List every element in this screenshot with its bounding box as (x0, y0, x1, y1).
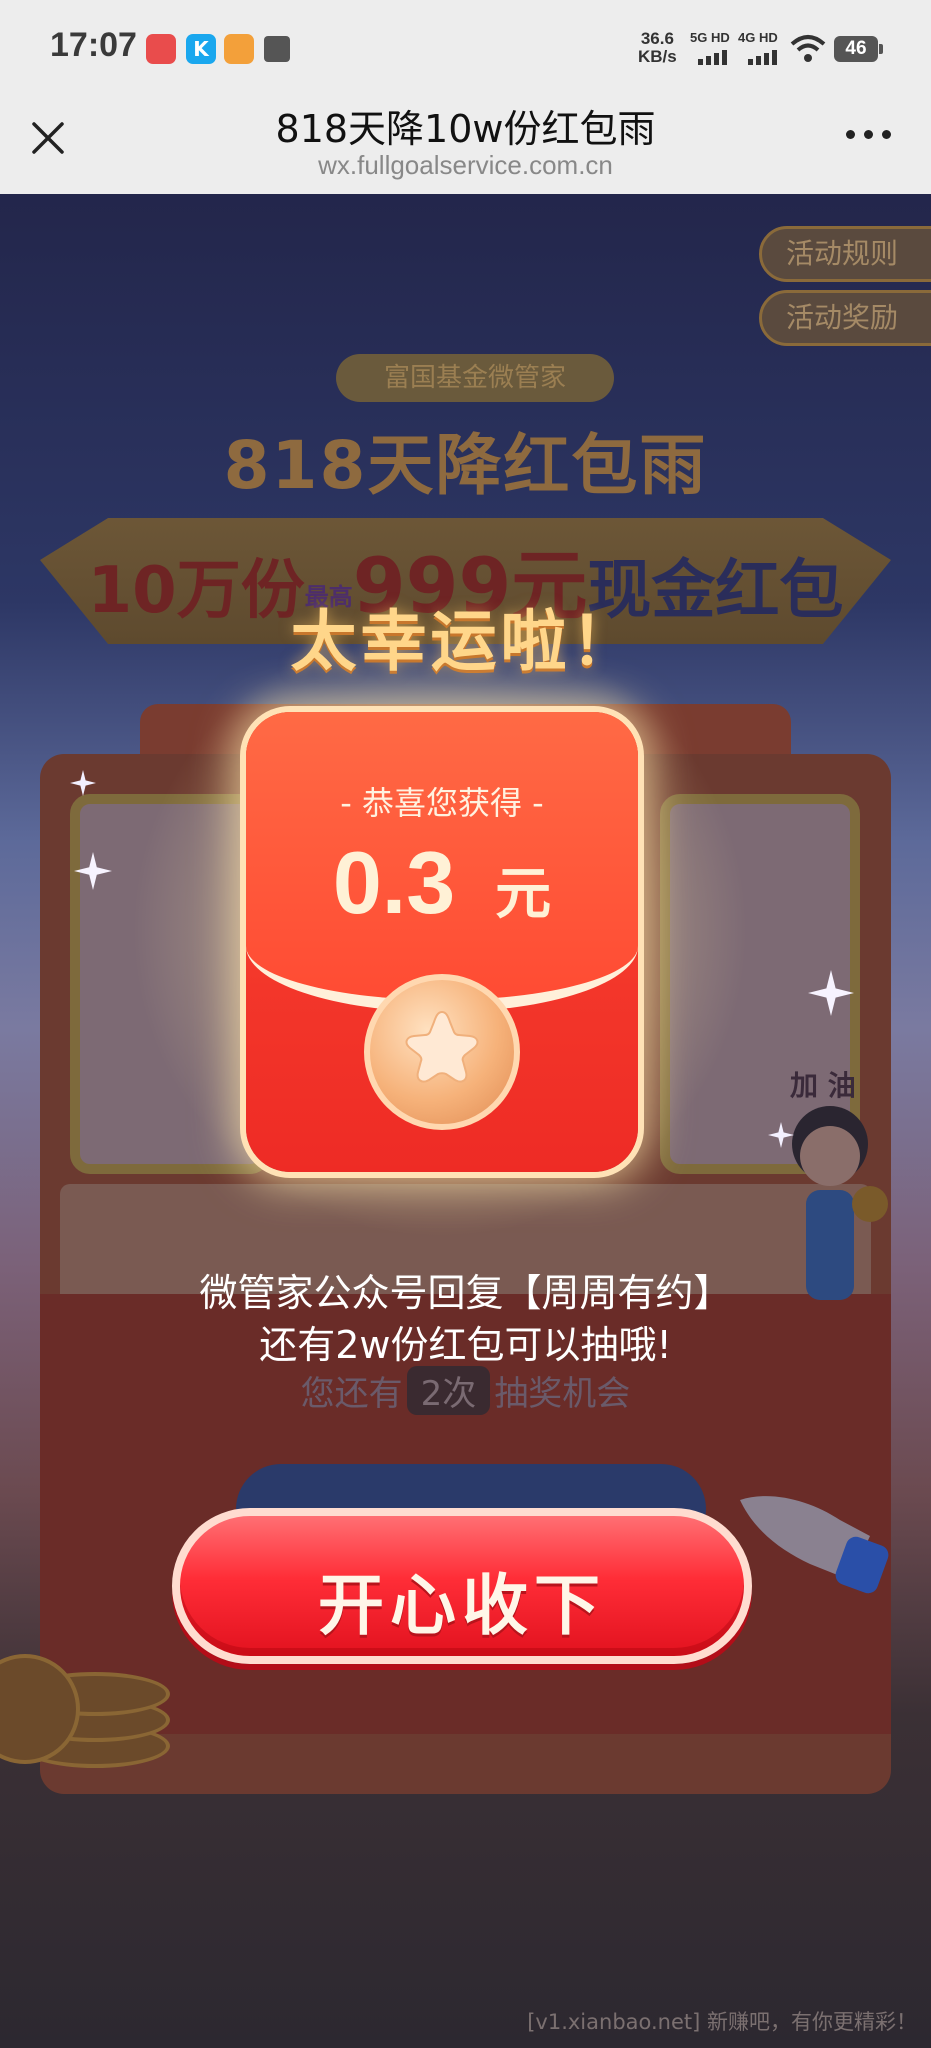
browser-title-bar: 818天降10w份红包雨 wx.fullgoalservice.com.cn (0, 90, 931, 194)
remaining-chances: 您还有 2次 抽奖机会 (0, 1366, 931, 1415)
signal-icon (698, 50, 727, 65)
campaign-headline: 818天降红包雨 (223, 427, 708, 504)
network-type-4g: 4G HD (738, 30, 778, 45)
prize-amount-value: 0.3 (332, 833, 456, 932)
page-url: wx.fullgoalservice.com.cn (318, 150, 613, 180)
network-speed: 36.6 KB/s (638, 30, 677, 66)
signal-icon (748, 50, 777, 65)
remaining-envelopes-hint: 还有2w份红包可以抽哦! (259, 1323, 672, 1367)
red-envelope: - 恭喜您获得 - 0.3 元 (246, 712, 638, 1172)
congrats-text: - 恭喜您获得 - (340, 784, 544, 822)
pointing-hand-icon (740, 1496, 889, 1594)
page-title: 818天降10w份红包雨 (275, 107, 656, 151)
lucky-title: 太幸运啦！ (290, 603, 641, 680)
notification-app-icon (224, 34, 254, 64)
prize-amount-unit: 元 (495, 862, 552, 927)
network-speed-value: 36.6 (640, 29, 674, 48)
accept-prize-label: 开心收下 (318, 1567, 606, 1644)
status-bar: 17:07 K 36.6 KB/s 5G HD 4G HD 46 (0, 0, 931, 90)
network-speed-unit: KB/s (638, 47, 677, 66)
envelope-seal (364, 974, 520, 1130)
wechat-reply-hint: 微管家公众号回复【周周有约】 (199, 1271, 732, 1315)
sparkle-icon (808, 970, 854, 1016)
watermark: [v1.xianbao.net] 新赚吧，有你更精彩！ (527, 2010, 917, 2034)
sparkle-icon (74, 852, 112, 890)
status-time: 17:07 (50, 26, 137, 64)
more-options-icon[interactable] (846, 130, 891, 139)
battery-icon: 46 (834, 36, 883, 62)
k-app-icon: K (186, 34, 216, 64)
brand-label: 富国基金微管家 (336, 354, 614, 402)
activity-rules-button[interactable]: 活动规则 (759, 226, 931, 282)
wifi-icon (790, 35, 826, 62)
sparkle-icon (70, 770, 96, 796)
calendar-icon (264, 36, 290, 62)
accept-prize-button[interactable]: 开心收下 (172, 1508, 752, 1664)
chances-suffix: 抽奖机会 (494, 1374, 631, 1414)
activity-reward-button[interactable]: 活动奖励 (759, 290, 931, 346)
chances-count: 2次 (406, 1366, 491, 1415)
sparkle-icon (768, 1122, 794, 1148)
chances-prefix: 您还有 (300, 1374, 403, 1414)
star-icon (405, 1010, 479, 1083)
notification-app-icon (146, 34, 176, 64)
network-type-5g: 5G HD (690, 30, 730, 45)
prize-amount: 0.3 元 (246, 832, 638, 934)
coin-stack (0, 1634, 190, 1774)
